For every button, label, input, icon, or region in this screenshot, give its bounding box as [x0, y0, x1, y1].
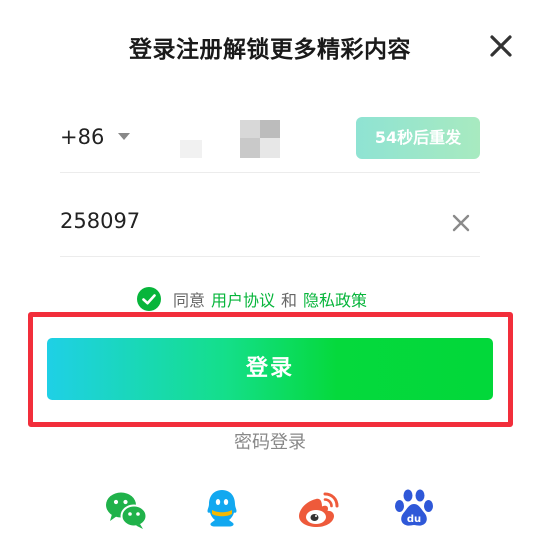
- verification-code-row: [60, 193, 480, 257]
- mosaic-block: [180, 140, 202, 158]
- mosaic-block: [240, 138, 260, 158]
- chevron-down-icon: [118, 133, 131, 140]
- country-code-selector[interactable]: +86: [60, 125, 131, 149]
- privacy-policy-link[interactable]: 隐私政策: [303, 287, 367, 311]
- close-icon[interactable]: [486, 31, 516, 61]
- resend-code-button[interactable]: 54秒后重发: [356, 117, 480, 159]
- clear-icon[interactable]: [450, 212, 472, 234]
- svg-text:du: du: [407, 514, 421, 525]
- dialog-title: 登录注册解锁更多精彩内容: [129, 37, 411, 63]
- phone-input-row[interactable]: +86 54秒后重发: [60, 110, 480, 173]
- agreement-row: 同意 用户协议 和 隐私政策: [137, 287, 367, 311]
- user-agreement-link[interactable]: 用户协议: [211, 287, 275, 311]
- country-code-label: +86: [60, 125, 105, 149]
- verification-code-input[interactable]: [60, 209, 360, 233]
- password-login-link[interactable]: 密码登录: [0, 428, 540, 454]
- qq-icon[interactable]: [199, 486, 245, 532]
- login-button[interactable]: 登录: [47, 338, 493, 400]
- baidu-icon[interactable]: du: [391, 486, 437, 532]
- wechat-icon[interactable]: [103, 486, 149, 532]
- mosaic-block: [240, 120, 260, 138]
- agreement-prefix: 同意: [173, 291, 206, 310]
- agreement-conjunction: 和: [281, 291, 298, 310]
- weibo-icon[interactable]: [296, 486, 342, 532]
- mosaic-block: [260, 138, 280, 158]
- mosaic-block: [260, 120, 280, 138]
- checkbox-checked-icon[interactable]: [137, 287, 161, 311]
